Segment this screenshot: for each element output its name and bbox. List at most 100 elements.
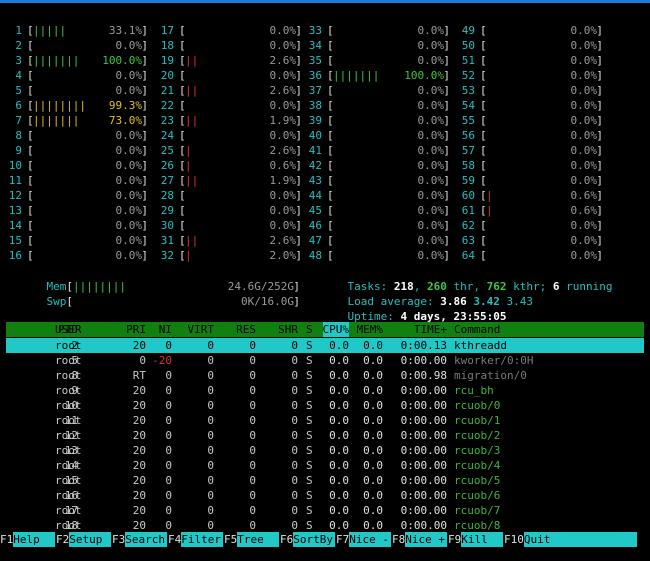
column-header-shr[interactable]: SHR (278, 322, 298, 337)
cpu-percent: 0.6% (570, 204, 598, 217)
footer-help-button[interactable]: F1Help (0, 532, 56, 547)
column-header-time[interactable]: TIME+ (414, 322, 447, 337)
cpu-usage-bars: | (185, 144, 192, 157)
cpu-number: 10 (8, 159, 22, 172)
meter-close-bracket: ] (596, 174, 603, 187)
cpu-meter-27: 27[|| 1.9%] (152, 173, 302, 188)
process-s: S (306, 414, 313, 427)
cpu-meter-25: 25[| 2.6%] (152, 143, 302, 158)
footer-filter-button[interactable]: F4Filter (168, 532, 224, 547)
process-row[interactable]: 8 root RT 0 0 0 0 S 0.0 0.0 0:00.98 migration/0 (6, 368, 644, 383)
cpu-usage-bars: | (486, 189, 493, 202)
process-time: 0:00.00 (400, 414, 447, 427)
meter-close-bracket: ] (443, 69, 450, 82)
footer-setup-button[interactable]: F2Setup (56, 532, 112, 547)
footer-sortby-button[interactable]: F6SortBy (280, 532, 336, 547)
meter-close-bracket: ] (141, 69, 148, 82)
process-row[interactable]: 5 root 0 -20 0 0 0 S 0.0 0.0 0:00.00 kworker/0:0H (6, 353, 644, 368)
footer-quit-button[interactable]: F10Quit (504, 532, 638, 547)
process-mem: 0.0 (363, 339, 383, 352)
column-header-res[interactable]: RES (236, 322, 256, 337)
process-s: S (306, 384, 313, 397)
cpu-meter-63: 63 [0.0%] (453, 233, 603, 248)
process-row[interactable]: 10 root 20 0 0 0 0 S 0.0 0.0 0:00.00 rcuob/0 (6, 398, 644, 413)
process-virt: 0 (207, 339, 214, 352)
cpu-number: 8 (15, 129, 22, 142)
process-cpu: 0.0 (329, 444, 349, 457)
cpu-percent: 0.0% (115, 159, 143, 172)
meter-close-bracket: ] (596, 144, 603, 157)
process-row[interactable]: 13 root 20 0 0 0 0 S 0.0 0.0 0:00.00 rcuob/3 (6, 443, 644, 458)
cpu-usage-bars: |||||||| (33, 99, 86, 112)
process-shr: 0 (291, 489, 298, 502)
process-res: 0 (249, 459, 256, 472)
process-row[interactable]: 11 root 20 0 0 0 0 S 0.0 0.0 0:00.00 rcuob/1 (6, 413, 644, 428)
column-header-cpu[interactable]: CPU% (322, 322, 349, 337)
cpu-number: 26 (160, 159, 174, 172)
process-cmd: rcuob/0 (454, 399, 501, 412)
process-shr: 0 (291, 504, 298, 517)
meter-open-bracket: [ (327, 54, 334, 67)
cpu-percent: 0.0% (115, 69, 143, 82)
meter-close-bracket: ] (443, 39, 450, 52)
meter-open-bracket: [ (480, 54, 487, 67)
cpu-number: 14 (8, 219, 22, 232)
process-row[interactable]: 9 root 20 0 0 0 0 S 0.0 0.0 0:00.00 rcu_bh (6, 383, 644, 398)
process-cpu: 0.0 (329, 504, 349, 517)
meter-close-bracket: ] (596, 129, 603, 142)
cpu-number: 27 (160, 174, 174, 187)
function-key-action: Help (13, 532, 56, 547)
process-cmd: rcuob/2 (454, 429, 501, 442)
column-header-s[interactable]: S (306, 322, 313, 337)
column-header-pri[interactable]: PRI (126, 322, 146, 337)
footer-kill-button[interactable]: F9Kill (448, 532, 504, 547)
function-key-action: Quit (523, 532, 637, 547)
process-table-header[interactable]: PID USER PRI NI VIRT RES SHR S CPU% MEM% TIME+ Comm… (6, 322, 644, 337)
cpu-meter-64: 64 [0.0%] (453, 248, 603, 263)
cpu-meter-41: 41 [0.0%] (300, 143, 450, 158)
cpu-number: 55 (461, 114, 475, 127)
footer-search-button[interactable]: F3Search (112, 532, 168, 547)
process-res: 0 (249, 489, 256, 502)
meter-close-bracket: ] (596, 39, 603, 52)
column-header-ni[interactable]: NI (159, 322, 172, 337)
process-row[interactable]: 15 root 20 0 0 0 0 S 0.0 0.0 0:00.00 rcuob/5 (6, 473, 644, 488)
cpu-meter-52: 52 [0.0%] (453, 68, 603, 83)
cpu-number: 45 (308, 204, 322, 217)
process-ni: 0 (165, 504, 172, 517)
meter-close-bracket: ] (443, 99, 450, 112)
process-mem: 0.0 (363, 384, 383, 397)
process-row[interactable]: 14 root 20 0 0 0 0 S 0.0 0.0 0:00.00 rcuob/4 (6, 458, 644, 473)
cpu-percent: 0.0% (570, 69, 598, 82)
footer-nice-button[interactable]: F7Nice - (336, 532, 392, 547)
memory-meter: Mem[|||||||| 24.6G/252G] (46, 280, 301, 293)
cpu-number: 2 (15, 39, 22, 52)
cpu-number: 28 (160, 189, 174, 202)
process-row[interactable]: 12 root 20 0 0 0 0 S 0.0 0.0 0:00.00 rcuob/2 (6, 428, 644, 443)
cpu-number: 15 (8, 234, 22, 247)
process-row[interactable]: 2 root 20 0 0 0 0 S 0.0 0.0 0:00.13 kthreadd (6, 338, 644, 353)
process-row[interactable]: 17 root 20 0 0 0 0 S 0.0 0.0 0:00.00 rcuob/7 (6, 503, 644, 518)
meter-open-bracket: [ (480, 219, 487, 232)
process-virt: 0 (207, 414, 214, 427)
cpu-percent: 0.0% (115, 144, 143, 157)
process-pri: RT (132, 369, 146, 382)
cpu-number: 20 (160, 69, 174, 82)
uptime-line: Uptime: 4 days, 23:55:05 (321, 294, 507, 323)
meter-open-bracket: [ (480, 99, 487, 112)
process-row[interactable]: 16 root 20 0 0 0 0 S 0.0 0.0 0:00.00 rcuob/6 (6, 488, 644, 503)
process-row[interactable]: 18 root 20 0 0 0 0 S 0.0 0.0 0:00.00 rcuob/8 (6, 518, 644, 533)
column-header-mem[interactable]: MEM% (357, 322, 384, 337)
column-header-user[interactable]: USER (55, 322, 82, 337)
column-header-command[interactable]: Command (454, 322, 500, 337)
process-shr: 0 (291, 444, 298, 457)
footer-nice-button[interactable]: F8Nice + (392, 532, 448, 547)
process-cmd: rcuob/6 (454, 489, 501, 502)
cpu-meter-6: 6[|||||||| 99.3%] (0, 98, 148, 113)
process-virt: 0 (207, 369, 214, 382)
process-ni: 0 (165, 519, 172, 532)
cpu-meter-17: 17[0.0%] (152, 23, 302, 38)
meter-open-bracket: [ (27, 159, 34, 172)
footer-tree-button[interactable]: F5Tree (224, 532, 280, 547)
column-header-virt[interactable]: VIRT (188, 322, 215, 337)
